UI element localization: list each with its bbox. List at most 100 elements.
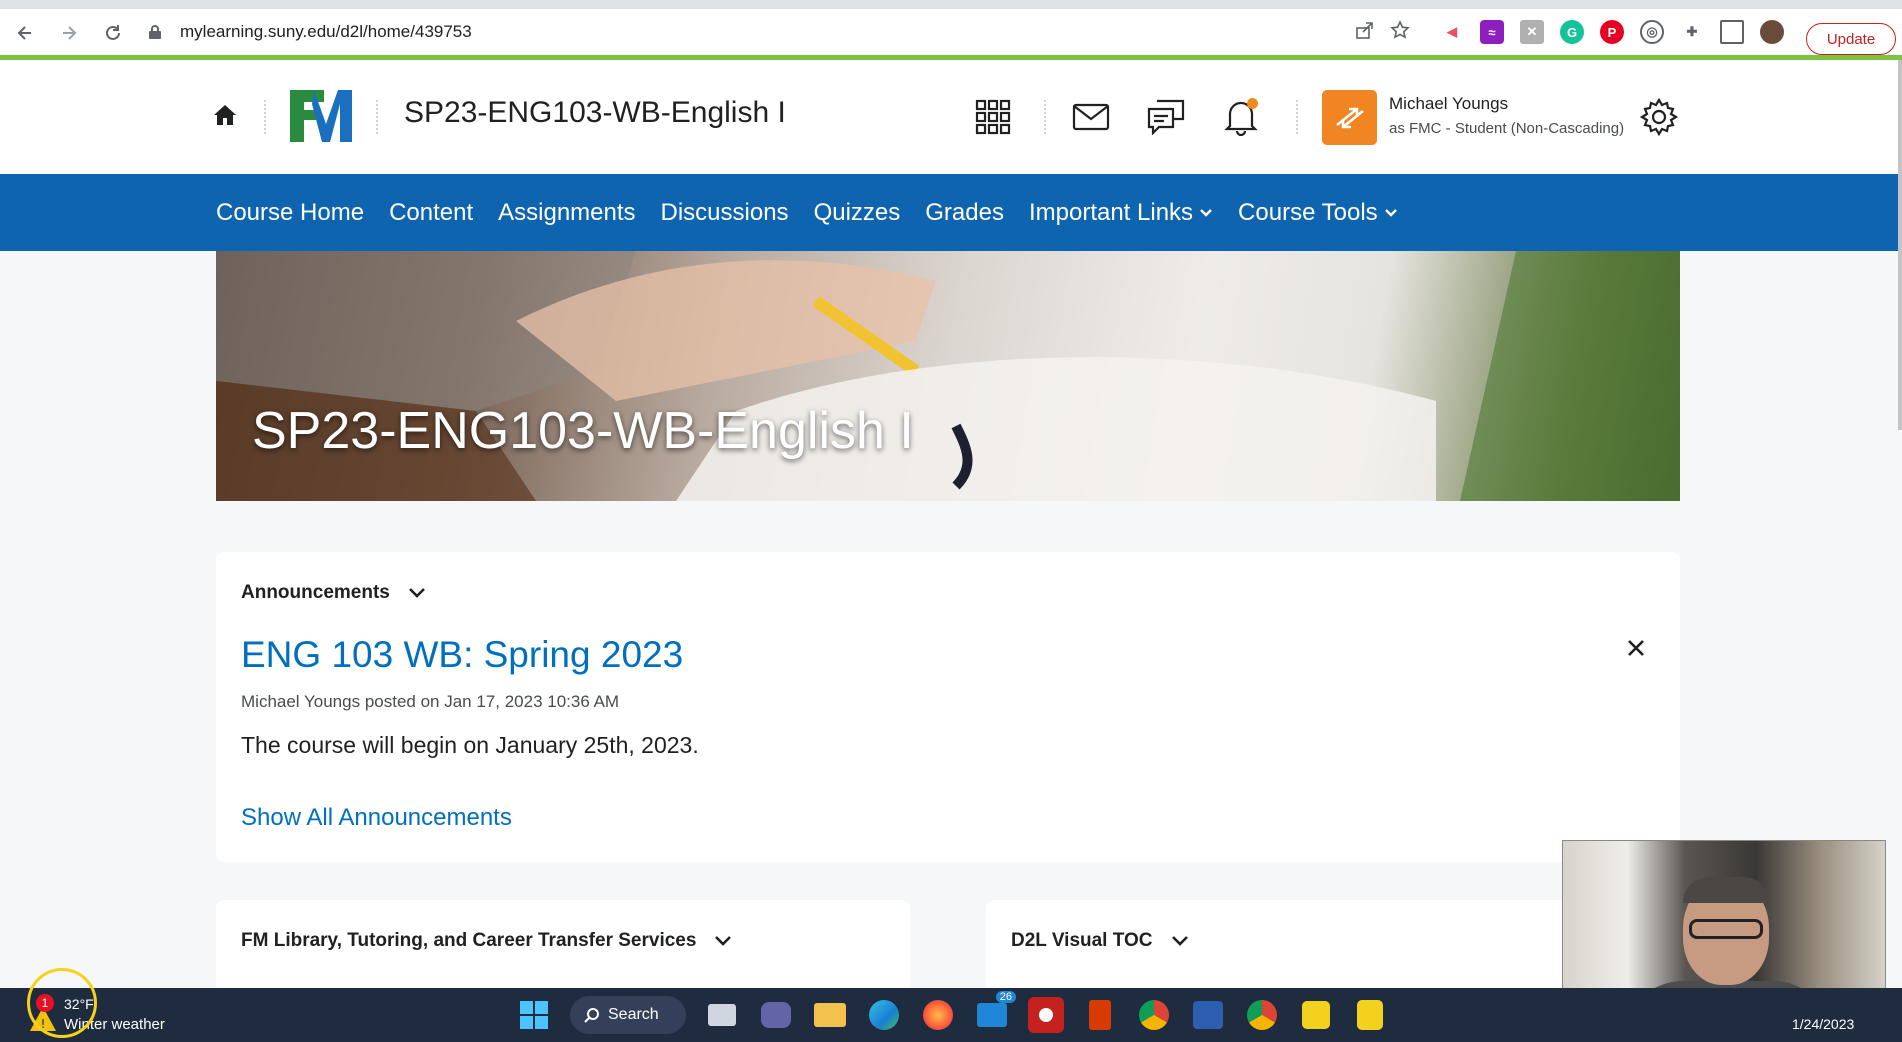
library-widget-title: FM Library, Tutoring, and Career Transfe… xyxy=(241,930,697,951)
nav-item-grades[interactable]: Grades xyxy=(925,199,1004,227)
nav-item-content[interactable]: Content xyxy=(389,199,473,227)
windows-start-icon[interactable] xyxy=(516,997,552,1033)
user-name[interactable]: Michael Youngs xyxy=(1389,94,1508,114)
browser-tab-strip xyxy=(0,0,1902,9)
screen-recorder-icon[interactable] xyxy=(1028,997,1064,1033)
nav-item-assignments[interactable]: Assignments xyxy=(498,199,635,227)
firefox-icon[interactable] xyxy=(920,997,956,1033)
notification-dot xyxy=(1247,98,1258,109)
side-panel-icon[interactable] xyxy=(1720,20,1744,44)
bookmark-star-icon[interactable] xyxy=(1390,19,1410,45)
banner-title: SP23-ENG103-WB-English I xyxy=(252,402,914,460)
nav-item-course-tools[interactable]: Course Tools xyxy=(1238,199,1398,227)
chrome-profile-icon[interactable] xyxy=(1244,997,1280,1033)
nav-item-label: Discussions xyxy=(660,198,789,226)
fm-logo[interactable] xyxy=(290,90,352,142)
forward-icon[interactable] xyxy=(50,14,88,52)
nav-item-label: Content xyxy=(389,198,474,226)
mail-badge: 26 xyxy=(995,991,1016,1003)
tasks-check-icon[interactable] xyxy=(1298,997,1334,1033)
announcement-heading-link[interactable]: ENG 103 WB: Spring 2023 xyxy=(241,634,683,676)
pinterest-icon[interactable]: P xyxy=(1600,20,1624,44)
notifications-bell-icon[interactable] xyxy=(1220,96,1262,138)
announcements-title: Announcements xyxy=(241,582,390,603)
course-selector-grid-icon[interactable] xyxy=(972,96,1014,138)
file-explorer-icon[interactable] xyxy=(812,997,848,1033)
vpn-lock-icon[interactable] xyxy=(1352,997,1388,1033)
nav-item-quizzes[interactable]: Quizzes xyxy=(814,199,901,227)
nav-item-label: Assignments xyxy=(498,198,636,226)
extension-gray-icon[interactable]: ✕ xyxy=(1520,20,1544,44)
taskbar-date[interactable]: 1/24/2023 xyxy=(1792,1016,1854,1032)
close-icon[interactable] xyxy=(1624,636,1648,660)
header-divider xyxy=(1296,100,1298,134)
extension-red-arrow-icon[interactable]: ◀ xyxy=(1440,20,1464,44)
announcements-widget: Announcements ENG 103 WB: Spring 2023 Mi… xyxy=(216,552,1680,862)
home-icon[interactable] xyxy=(212,102,242,132)
course-navbar: Course Home Content Assignments Discussions… xyxy=(0,174,1898,251)
visual-toc-title: D2L Visual TOC xyxy=(1011,930,1153,951)
url-text[interactable]: mylearning.suny.edu/d2l/home/439753 xyxy=(180,22,472,42)
address-bar[interactable]: mylearning.suny.edu/d2l/home/439753 xyxy=(140,13,1410,51)
chevron-down-icon[interactable] xyxy=(1199,208,1213,218)
browser-toolbar: mylearning.suny.edu/d2l/home/439753 ◀ ≈ … xyxy=(0,9,1902,56)
extensions-area: ◀ ≈ ✕ G P ◎ ✚ xyxy=(1440,15,1784,49)
grammarly-icon[interactable]: G xyxy=(1560,20,1584,44)
edge-browser-icon[interactable] xyxy=(866,997,902,1033)
cursor-highlight-ring xyxy=(27,968,97,1038)
office-icon[interactable] xyxy=(1082,997,1118,1033)
teams-chat-icon[interactable] xyxy=(758,997,794,1033)
visual-toc-widget-header[interactable]: D2L Visual TOC xyxy=(1011,930,1189,952)
meeting-app-icon[interactable] xyxy=(1190,997,1226,1033)
nav-item-label: Course Tools xyxy=(1238,198,1378,226)
taskbar-search-button[interactable]: Search xyxy=(570,996,686,1034)
search-icon xyxy=(584,1008,599,1023)
presenter-hair xyxy=(1683,877,1769,903)
nav-item-course-home[interactable]: Course Home xyxy=(216,199,364,227)
lock-icon[interactable] xyxy=(148,23,166,41)
settings-gear-icon[interactable] xyxy=(1638,96,1680,138)
header-divider xyxy=(376,100,378,134)
chevron-down-icon[interactable] xyxy=(714,935,732,947)
course-title[interactable]: SP23-ENG103-WB-English I xyxy=(404,96,786,130)
search-label: Search xyxy=(608,1006,659,1023)
share-icon[interactable] xyxy=(1354,20,1374,45)
nav-item-label: Course Home xyxy=(216,198,365,226)
profile-avatar-icon[interactable] xyxy=(1760,20,1784,44)
mail-app-icon[interactable]: 26 xyxy=(974,991,1016,1033)
nav-item-important-links[interactable]: Important Links xyxy=(1029,199,1213,227)
mail-icon[interactable] xyxy=(1070,96,1112,138)
taskbar-apps: Search 26 xyxy=(516,991,1388,1035)
chevron-down-icon[interactable] xyxy=(1384,208,1398,218)
role-switch-avatar[interactable] xyxy=(1322,90,1377,145)
task-view-icon[interactable] xyxy=(704,997,740,1033)
chevron-down-icon[interactable] xyxy=(1171,935,1189,947)
nav-item-label: Quizzes xyxy=(813,198,901,226)
extension-circle-icon[interactable]: ◎ xyxy=(1640,20,1664,44)
chevron-down-icon[interactable] xyxy=(408,587,426,599)
windows-taskbar: ! 1 32°F Winter weather Search 26 1/24/2… xyxy=(0,988,1902,1042)
message-alerts-icon[interactable] xyxy=(1145,96,1187,138)
update-button[interactable]: Update xyxy=(1806,23,1896,55)
library-widget-header[interactable]: FM Library, Tutoring, and Career Transfe… xyxy=(241,930,732,952)
back-icon[interactable] xyxy=(6,14,44,52)
header-divider xyxy=(1044,100,1046,134)
extension-rss-icon[interactable]: ≈ xyxy=(1480,20,1504,44)
course-header: SP23-ENG103-WB-English I Michael Youngs … xyxy=(0,60,1898,174)
announcements-widget-header[interactable]: Announcements xyxy=(241,582,426,604)
extensions-puzzle-icon[interactable]: ✚ xyxy=(1680,20,1704,44)
show-all-announcements-link[interactable]: Show All Announcements xyxy=(241,804,512,832)
nav-item-discussions[interactable]: Discussions xyxy=(661,199,789,227)
course-banner-image: SP23-ENG103-WB-English I xyxy=(216,251,1680,501)
user-role[interactable]: as FMC - Student (Non-Cascading) xyxy=(1389,120,1624,137)
page-scrollbar[interactable] xyxy=(1898,60,1902,430)
nav-item-label: Important Links xyxy=(1028,198,1194,226)
reload-icon[interactable] xyxy=(94,14,132,52)
nav-item-label: Grades xyxy=(925,198,1004,226)
announcement-meta: Michael Youngs posted on Jan 17, 2023 10… xyxy=(241,692,620,711)
header-divider xyxy=(264,100,266,134)
announcement-body: The course will begin on January 25th, 2… xyxy=(241,732,699,758)
banner-illustration xyxy=(216,251,1680,501)
presenter-glasses xyxy=(1689,919,1763,939)
chrome-icon[interactable] xyxy=(1136,997,1172,1033)
